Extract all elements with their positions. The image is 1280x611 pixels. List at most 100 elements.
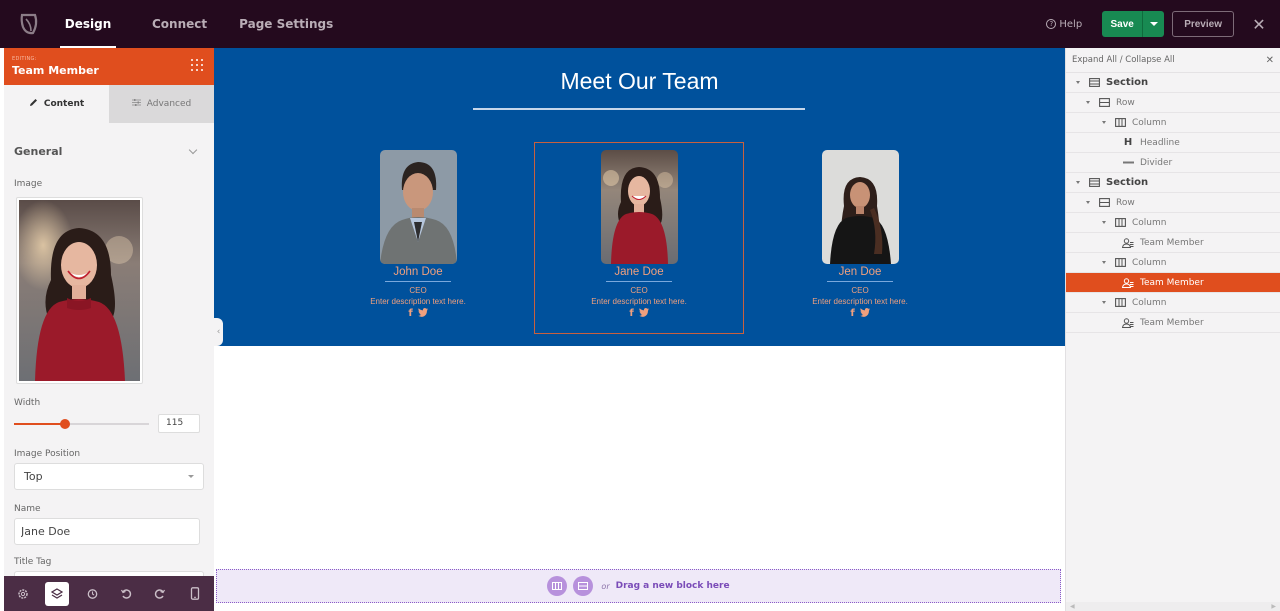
drop-zone-text: Drag a new block here (615, 581, 730, 591)
member-description: Enter description text here. (591, 297, 687, 306)
save-dropdown-button[interactable] (1142, 11, 1165, 37)
image-picker[interactable] (16, 197, 143, 384)
member-photo (821, 150, 899, 264)
layers-panel: Expand All / Collapse All ✕ Section Row Co… (1065, 48, 1280, 611)
headline[interactable]: Meet Our Team (214, 68, 1065, 95)
layer-item-divider[interactable]: Divider (1066, 153, 1280, 173)
column-icon (1114, 258, 1126, 267)
caret-down-icon[interactable] (1102, 221, 1106, 224)
add-row-button[interactable] (547, 576, 568, 596)
layer-item-section[interactable]: Section (1066, 173, 1280, 193)
width-slider[interactable] (14, 418, 149, 429)
panel-tabs: Content Advanced (4, 85, 214, 123)
tab-advanced-label: Advanced (146, 99, 192, 109)
layer-item-column[interactable]: Column (1066, 113, 1280, 133)
twitter-icon[interactable] (638, 308, 649, 320)
layer-item-member[interactable]: Team Member (1066, 233, 1280, 253)
facebook-icon[interactable]: f (850, 308, 854, 320)
undo-button[interactable] (114, 582, 138, 606)
tab-connect[interactable]: Connect (136, 0, 223, 48)
member-description: Enter description text here. (370, 297, 466, 306)
caret-down-icon[interactable] (1086, 201, 1090, 204)
collapse-panel-button[interactable]: ‹ (214, 318, 223, 346)
layer-label: Section (1106, 177, 1149, 188)
layer-label: Team Member (1140, 317, 1204, 328)
layers-button[interactable] (45, 581, 70, 606)
layer-item-member[interactable]: Team Member (1066, 313, 1280, 333)
member-role: CEO (630, 286, 648, 295)
settings-button[interactable] (11, 582, 35, 606)
history-button[interactable] (80, 582, 104, 606)
mobile-preview-button[interactable] (183, 582, 207, 606)
drag-grip-icon[interactable] (191, 59, 203, 71)
tab-advanced[interactable]: Advanced (109, 85, 214, 123)
member-divider (385, 281, 451, 282)
caret-down-icon[interactable] (1102, 121, 1106, 124)
twitter-icon[interactable] (859, 308, 870, 320)
divider[interactable] (473, 108, 805, 110)
page-canvas: Meet Our Team John Doe CEO Enter descrip… (214, 48, 1065, 611)
team-section[interactable]: Meet Our Team John Doe CEO Enter descrip… (214, 48, 1065, 346)
tab-design[interactable]: Design (52, 0, 124, 48)
layers-tree: Section Row Column H Headline Divider Section R… (1066, 73, 1280, 333)
redo-button[interactable] (148, 582, 172, 606)
team-member-card[interactable]: Jen Doe CEO Enter description text here.… (756, 143, 964, 333)
team-member-icon (1122, 277, 1134, 288)
history-icon (87, 588, 98, 599)
caret-down-icon[interactable] (1076, 81, 1080, 84)
width-label: Width (14, 398, 41, 408)
general-section-header[interactable]: General (4, 145, 214, 158)
width-slider-fill (14, 422, 66, 425)
mobile-icon (190, 587, 199, 600)
columns-icon (552, 582, 563, 590)
add-section-button[interactable] (573, 576, 594, 596)
layers-icon (51, 587, 64, 599)
expand-collapse-all-link[interactable]: Expand All / Collapse All (1072, 55, 1175, 65)
drop-zone[interactable]: or Drag a new block here (216, 569, 1061, 603)
member-photo-preview (19, 200, 140, 381)
layer-item-row[interactable]: Row (1066, 193, 1280, 213)
settings-panel: EDITING: Team Member Content Advanced Ge… (4, 48, 214, 576)
preview-button[interactable]: Preview (1172, 11, 1234, 37)
image-position-select[interactable]: Top (14, 463, 204, 490)
layer-item-headline[interactable]: H Headline (1066, 133, 1280, 153)
editing-header: EDITING: Team Member (4, 48, 214, 85)
social-links: f (535, 308, 743, 320)
layer-label: Column (1132, 117, 1167, 128)
twitter-icon[interactable] (417, 308, 428, 320)
layer-item-member-selected[interactable]: Team Member (1066, 273, 1280, 293)
layer-item-row[interactable]: Row (1066, 93, 1280, 113)
caret-down-icon (188, 475, 194, 478)
team-member-card-selected[interactable]: Jane Doe CEO Enter description text here… (534, 142, 744, 334)
layer-label: Row (1116, 197, 1135, 208)
scroll-right-icon[interactable]: ▶ (1271, 603, 1276, 610)
layer-item-column[interactable]: Column (1066, 213, 1280, 233)
facebook-icon[interactable]: f (629, 308, 633, 320)
caret-down-icon[interactable] (1102, 301, 1106, 304)
tab-page-settings[interactable]: Page Settings (223, 0, 349, 48)
title-tag-label: Title Tag (14, 557, 52, 567)
name-input[interactable] (14, 518, 200, 545)
scroll-left-icon[interactable]: ◀ (1070, 603, 1075, 610)
tab-content[interactable]: Content (4, 85, 109, 123)
leaf-logo-icon[interactable] (6, 0, 52, 48)
width-slider-handle[interactable] (60, 418, 71, 429)
close-icon[interactable]: ✕ (1266, 55, 1274, 66)
caret-down-icon[interactable] (1086, 101, 1090, 104)
layer-item-column[interactable]: Column (1066, 293, 1280, 313)
undo-icon (121, 588, 132, 599)
close-icon[interactable]: ✕ (1248, 15, 1270, 34)
caret-down-icon[interactable] (1102, 261, 1106, 264)
layer-item-section[interactable]: Section (1066, 73, 1280, 93)
layer-label: Section (1106, 77, 1149, 88)
save-button[interactable]: Save (1102, 11, 1143, 37)
horizontal-scrollbar[interactable]: ◀ ▶ (1066, 602, 1280, 611)
facebook-icon[interactable]: f (408, 308, 412, 320)
layer-item-column[interactable]: Column (1066, 253, 1280, 273)
caret-down-icon[interactable] (1076, 181, 1080, 184)
row-icon (1098, 198, 1110, 207)
help-link[interactable]: ? Help (1046, 19, 1082, 30)
team-member-card[interactable]: John Doe CEO Enter description text here… (314, 143, 522, 333)
width-input[interactable]: 115 (158, 414, 200, 433)
column-icon (1114, 298, 1126, 307)
